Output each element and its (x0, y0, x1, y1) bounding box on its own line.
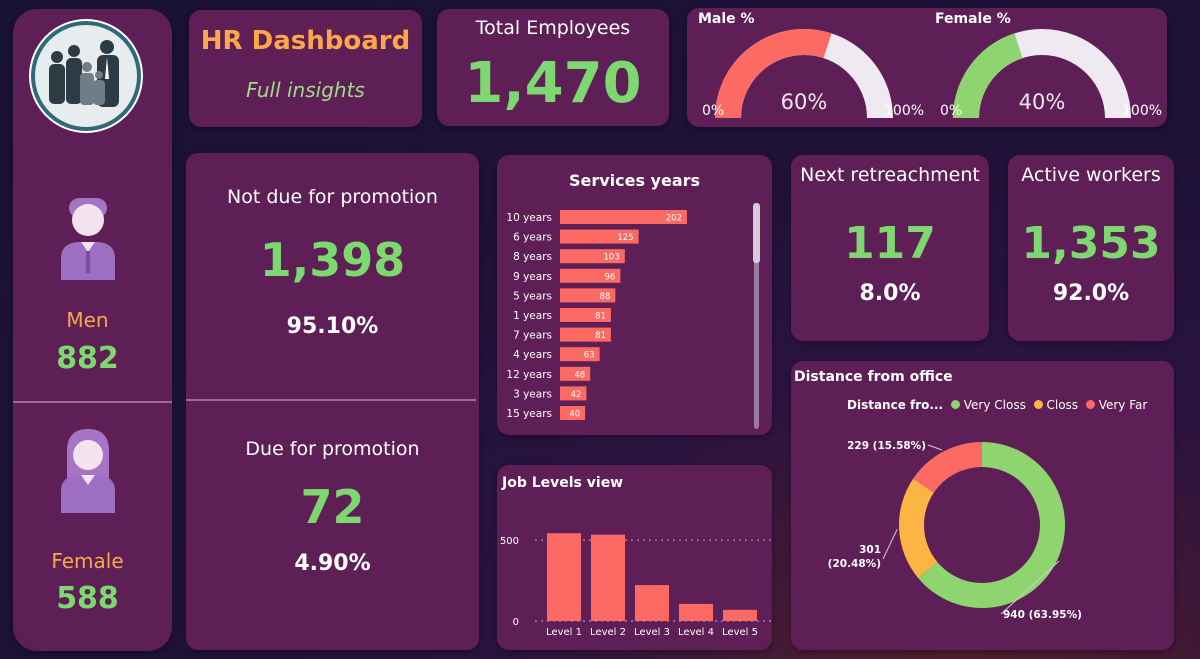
services-years-card: Services years 10 years 202 6 years 125 8 ye… (497, 155, 772, 435)
bar[interactable] (679, 603, 713, 621)
scrollbar-thumb[interactable] (753, 203, 760, 263)
data-label: 940 (63.95%) (1003, 609, 1082, 621)
due-percent: 4.90% (294, 551, 371, 576)
x-tick-label: Level 3 (634, 627, 670, 638)
bar-value: 63 (584, 351, 595, 361)
bar[interactable] (591, 534, 625, 621)
x-tick-label: Level 1 (546, 627, 582, 638)
title-card: HR Dashboard Full insights (189, 10, 422, 127)
active-workers-label: Active workers (1021, 164, 1161, 186)
sidebar-panel: Men 882 Female 588 (13, 9, 172, 651)
gender-gauges (715, 29, 1131, 119)
promotion-divider (186, 399, 476, 401)
bar-label: 5 years (513, 290, 552, 302)
bar-label: 1 years (513, 310, 552, 322)
gender-gauge-card: Male % Female % 0% 100% 60% 0% 100% 40% (687, 8, 1167, 127)
bar-label: 8 years (513, 251, 552, 263)
bar-value: 42 (571, 390, 582, 400)
due-value: 72 (300, 480, 365, 534)
job-levels-chart: 500 0 Level 1 Level 2 Level 3 Level 4 Level 5 (500, 533, 772, 638)
bar-label: 9 years (513, 271, 552, 283)
bar-value: 202 (666, 214, 682, 224)
total-employees-value: 1,470 (464, 51, 642, 116)
bar-label: 7 years (513, 330, 552, 342)
female-gauge-value: 40% (1018, 90, 1066, 114)
page-subtitle: Full insights (246, 78, 365, 102)
due-label: Due for promotion (245, 438, 420, 460)
data-label: 229 (15.58%) (847, 440, 926, 452)
page-title: HR Dashboard (200, 26, 411, 56)
woman-avatar-icon (57, 427, 119, 513)
retreachment-label: Next retreachment (800, 164, 980, 186)
active-workers-percent: 92.0% (1052, 281, 1130, 306)
bar-value: 81 (595, 331, 606, 341)
retreachment-percent: 8.0% (859, 281, 921, 306)
leader-line (927, 444, 943, 451)
team-logo (27, 17, 145, 135)
y-tick-label: 0 (513, 617, 519, 628)
active-workers-card: Active workers 1,353 92.0% (1008, 155, 1174, 341)
man-avatar-icon (57, 196, 119, 280)
total-employees-card: Total Employees 1,470 (437, 9, 669, 126)
male-gauge-max: 100% (884, 103, 925, 119)
bar-value: 103 (604, 253, 620, 263)
female-gauge-max: 100% (1122, 103, 1163, 119)
bar[interactable] (635, 585, 669, 621)
promotion-card: Not due for promotion 1,398 95.10% Due f… (186, 153, 479, 650)
bar-value: 88 (599, 292, 610, 302)
female-label: Female (51, 549, 124, 573)
sidebar-divider (13, 401, 172, 403)
leader-line (882, 529, 898, 560)
bar-label: 12 years (506, 369, 552, 381)
active-workers-value: 1,353 (1021, 218, 1161, 269)
x-tick-label: Level 2 (590, 627, 626, 638)
bar-label: 3 years (513, 388, 552, 400)
y-tick-label: 500 (500, 536, 519, 547)
bar-value: 81 (595, 312, 606, 322)
bar-label: 15 years (506, 408, 552, 420)
not-due-value: 1,398 (259, 233, 406, 287)
services-years-scrollbar[interactable] (753, 203, 760, 429)
donut-slice[interactable] (899, 478, 938, 579)
x-tick-label: Level 4 (678, 627, 714, 638)
data-label: 301 (859, 544, 881, 556)
bar[interactable] (723, 609, 757, 621)
male-gauge-value: 60% (780, 90, 828, 114)
bar-label: 6 years (513, 232, 552, 244)
bar-label: 10 years (506, 212, 552, 224)
male-gauge-min: 0% (702, 103, 725, 119)
retreachment-card: Next retreachment 117 8.0% (791, 155, 989, 341)
job-levels-card: Job Levels view 500 0 Level 1 Level 2 Level … (497, 465, 772, 650)
men-label: Men (66, 308, 109, 332)
men-count: 882 (56, 341, 119, 376)
bar-value: 48 (574, 370, 585, 380)
not-due-percent: 95.10% (286, 314, 379, 339)
services-years-chart: 10 years 202 6 years 125 8 years 103 9 years 96… (506, 210, 687, 420)
bar[interactable] (547, 533, 581, 621)
not-due-label: Not due for promotion (227, 186, 438, 208)
bar-value: 96 (605, 272, 616, 282)
bar-label: 4 years (513, 349, 552, 361)
distance-card: Distance from office Distance fro... Ver… (791, 361, 1174, 650)
bar-value: 125 (617, 233, 633, 243)
female-count: 588 (56, 581, 119, 616)
bar-value: 40 (569, 410, 580, 420)
retreachment-value: 117 (844, 218, 936, 269)
x-tick-label: Level 5 (722, 627, 758, 638)
female-gauge-min: 0% (940, 103, 963, 119)
total-employees-label: Total Employees (475, 17, 631, 39)
distance-donut-chart: 940 (63.95%) 301 (20.48%) 229 (15.58%) (828, 440, 1082, 621)
data-label: (20.48%) (828, 558, 881, 570)
